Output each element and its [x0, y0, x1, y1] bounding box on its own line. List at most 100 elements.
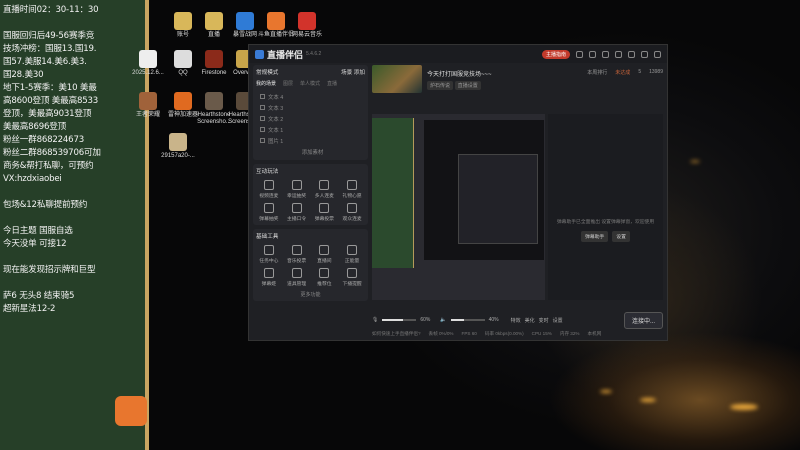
anchor-guide-button[interactable]: 主播指南 — [541, 49, 570, 59]
tool-label: 多人连麦 — [314, 194, 334, 199]
desktop-icon-label: 2025.12.6... — [132, 70, 164, 76]
speaker-icon[interactable]: 🔈 — [440, 317, 446, 323]
tool-item[interactable]: 弹幕姬 — [256, 268, 282, 287]
desktop-icon-label: 王者荣耀 — [135, 112, 160, 118]
app-icon — [267, 12, 285, 30]
status-bar: 如何快速上手直播伴侣? 丢帧 0%/0% FPS 60 码率 0kbps(0.0… — [372, 331, 663, 339]
tool-icon — [319, 203, 330, 213]
tool-label: 音乐投票 — [287, 259, 307, 264]
tool-item[interactable]: 观众连麦 — [339, 203, 365, 222]
scene-tab[interactable]: 图层 — [283, 80, 293, 87]
room-cover[interactable] — [372, 65, 422, 93]
tool-item[interactable]: 多人连麦 — [312, 180, 338, 199]
mic-icon[interactable]: 🎙 — [372, 317, 378, 323]
close-icon[interactable] — [654, 50, 661, 58]
sidebar: 常规模式 场景 添加 我的场景 图层 单人模式 直播 文本 4 文本 3 文本 2 文本 1 图… — [253, 65, 368, 337]
tool-label: 下播提醒 — [342, 282, 362, 287]
tool-icon — [263, 245, 274, 255]
effects-button[interactable]: 特效 — [511, 317, 521, 324]
scene-tab[interactable]: 我的场景 — [256, 80, 276, 87]
scene-item-label: 图片 1 — [268, 138, 284, 145]
settings-button[interactable]: 设置 — [553, 317, 563, 324]
room-category[interactable]: 炉石传说 — [427, 81, 454, 90]
tool-label: 正能量 — [344, 259, 360, 264]
tool-item[interactable]: 正能量 — [339, 245, 365, 264]
minimize-icon[interactable] — [628, 50, 635, 58]
tool-item[interactable]: 礼物心愿 — [339, 180, 365, 199]
stream-preview[interactable] — [372, 114, 545, 300]
checkbox-icon[interactable] — [260, 127, 265, 132]
checkbox-icon[interactable] — [260, 138, 265, 143]
scene-card: 常规模式 场景 添加 我的场景 图层 单人模式 直播 文本 4 文本 3 文本 2 文本 1 图… — [253, 65, 368, 160]
scene-item[interactable]: 文本 2 — [256, 113, 365, 124]
tool-item[interactable]: 直播间 — [312, 245, 338, 264]
chat-settings-button[interactable]: 设置 — [612, 231, 630, 242]
help-link[interactable]: 如何快速上手直播伴侣? — [372, 331, 421, 339]
chat-helper-button[interactable]: 弹幕助手 — [581, 231, 609, 242]
app-icon — [298, 12, 316, 30]
scene-item-label: 文本 4 — [268, 94, 284, 101]
tool-item[interactable]: 下播提醒 — [339, 268, 365, 287]
more-features-button[interactable]: 更多功能 — [256, 291, 365, 298]
room-title[interactable]: 今天打打国服竞技场~~~ — [427, 69, 492, 78]
scene-list: 文本 4 文本 3 文本 2 文本 1 图片 1 — [256, 91, 365, 146]
beauty-button[interactable]: 美化 — [525, 317, 535, 324]
scene-item[interactable]: 文本 3 — [256, 102, 365, 113]
tool-label: 弹幕投票 — [314, 217, 334, 222]
likes-count: 5 — [638, 69, 642, 75]
checkbox-icon[interactable] — [260, 116, 265, 121]
chat-panel: 弹幕助手已全面推出 设置弹幕弹窗，欢迎使用 弹幕助手 设置 — [548, 114, 663, 300]
live-companion-window[interactable]: 直播伴侣 5.4.6.2 主播指南 常规模式 场景 添加 我的场景 图层 单人模式 直播… — [248, 44, 668, 341]
desktop-icon-label: 网易云音乐 — [291, 32, 322, 38]
desktop-icon[interactable]: 2025.12.6... — [130, 50, 166, 77]
scene-item[interactable]: 文本 1 — [256, 124, 365, 135]
scene-item[interactable]: 文本 4 — [256, 91, 365, 102]
tool-item[interactable]: 弹幕抽奖 — [256, 203, 282, 222]
mode-select[interactable]: 常规模式 — [256, 68, 278, 76]
message-icon[interactable] — [602, 50, 609, 58]
tool-label: 观众连麦 — [342, 217, 362, 222]
scene-item[interactable]: 图片 1 — [256, 135, 365, 146]
basic-grid: 任务中心 音乐投票 直播间 正能量弹幕姬 道具管理 推荐位 下播提醒 — [256, 245, 365, 287]
overlay-line: 登顶，美最高9031登顶 — [3, 109, 92, 119]
network: 本机网 — [587, 331, 602, 336]
tool-item[interactable]: 主播口令 — [284, 203, 310, 222]
scene-add[interactable]: 添加 — [354, 70, 365, 76]
shirt-icon[interactable] — [589, 50, 596, 58]
tool-item[interactable]: 道具管理 — [284, 268, 310, 287]
tool-label: 幸运抽奖 — [287, 194, 307, 199]
settings-icon[interactable] — [615, 50, 622, 58]
tool-item[interactable]: 任务中心 — [256, 245, 282, 264]
speaker-slider[interactable] — [450, 319, 485, 321]
interact-grid: 视频连麦 幸运抽奖 多人连麦 礼物心愿弹幕抽奖 主播口令 弹幕投票 观众连麦 — [256, 180, 365, 222]
scene-switch[interactable]: 场景 — [341, 70, 352, 76]
tool-item[interactable]: 视频连麦 — [256, 180, 282, 199]
tool-item[interactable]: 幸运抽奖 — [284, 180, 310, 199]
checkbox-icon[interactable] — [260, 105, 265, 110]
scene-tab[interactable]: 直播 — [327, 80, 337, 87]
tool-label: 弹幕姬 — [261, 282, 277, 287]
overlay-line — [3, 251, 142, 264]
headset-icon[interactable] — [576, 50, 583, 58]
mic-slider[interactable] — [382, 319, 417, 321]
desktop-icon[interactable]: 王者荣耀 — [130, 92, 166, 119]
start-live-button[interactable]: 连接中... — [623, 311, 663, 329]
weekly-rank[interactable]: 本周排行 — [587, 69, 607, 76]
rank-status: 未达成 — [615, 70, 631, 76]
maximize-icon[interactable] — [641, 50, 648, 58]
checkbox-icon[interactable] — [260, 94, 265, 99]
room-settings[interactable]: 直播设置 — [454, 81, 481, 90]
voice-button[interactable]: 变时 — [539, 317, 549, 324]
app-icon — [174, 50, 192, 68]
overlay-line: 美最高8696登顶 — [3, 122, 67, 132]
tool-item[interactable]: 推荐位 — [312, 268, 338, 287]
preview-info-panel — [372, 118, 414, 268]
scene-item-label: 文本 3 — [268, 105, 284, 112]
add-source-button[interactable]: 添加素材 — [302, 148, 324, 156]
desktop-icon[interactable]: 网易云音乐 — [289, 12, 325, 39]
scene-tab[interactable]: 单人模式 — [300, 80, 320, 87]
tool-item[interactable]: 音乐投票 — [284, 245, 310, 264]
desktop-icon[interactable]: 29157a20-... — [160, 133, 196, 160]
tool-item[interactable]: 弹幕投票 — [312, 203, 338, 222]
overlay-line: 商务&帮打私聊，可预约 — [3, 161, 94, 171]
